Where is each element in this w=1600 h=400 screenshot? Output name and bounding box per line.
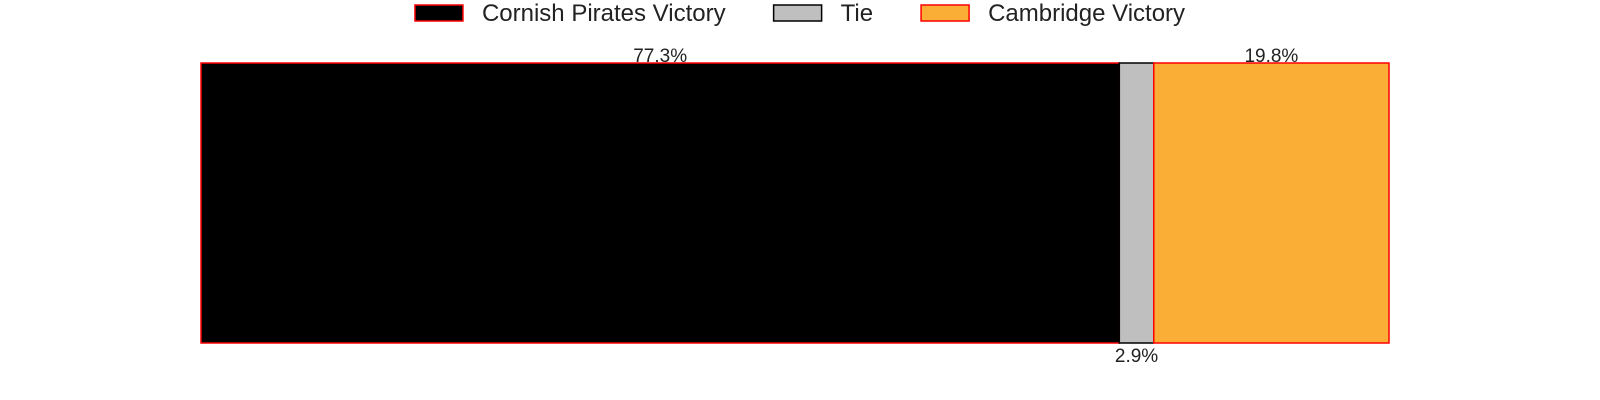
bar-segment-tie (1118, 62, 1155, 344)
percentage-label-cornish-pirates-victory: 77.3% (633, 46, 687, 67)
percentage-label-tie: 2.9% (1115, 346, 1158, 367)
legend-label-cornish-pirates-victory: Cornish Pirates Victory (482, 0, 726, 27)
legend-swatch-cornish-pirates-victory (414, 4, 464, 22)
legend-label-tie: Tie (841, 0, 873, 27)
legend-entry-cornish-pirates-victory: Cornish Pirates Victory (414, 0, 726, 27)
bar-segments (200, 62, 1390, 344)
legend: Cornish Pirates Victory Tie Cambridge Vict… (414, 0, 1185, 27)
percentage-label-cambridge-victory: 19.8% (1244, 46, 1298, 67)
bar-segment-cambridge-victory (1153, 62, 1390, 344)
legend-entry-cambridge-victory: Cambridge Victory (920, 0, 1185, 27)
bar-segment-cornish-pirates-victory (200, 62, 1121, 344)
legend-entry-tie: Tie (772, 0, 873, 27)
legend-swatch-tie (772, 4, 823, 22)
legend-label-cambridge-victory: Cambridge Victory (988, 0, 1185, 27)
stacked-bar-chart: Cornish Pirates Victory Tie Cambridge Vict… (0, 0, 1600, 400)
legend-swatch-cambridge-victory (920, 4, 970, 22)
chart-canvas: Cornish Pirates Victory Tie Cambridge Vict… (200, 0, 1390, 367)
